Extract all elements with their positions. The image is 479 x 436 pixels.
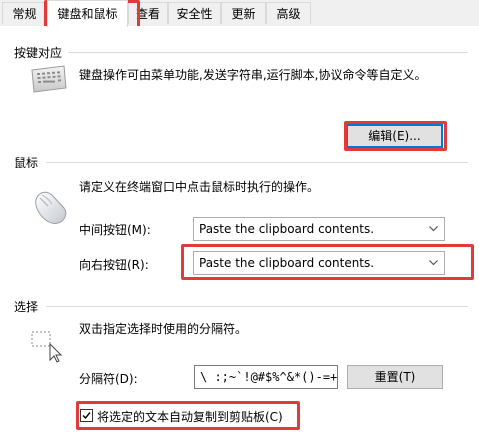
delimiter-input[interactable]: \ :;~`!@#$%^&*()-=+|[]{} [194, 365, 338, 389]
mouse-icon [28, 186, 72, 230]
keyboard-icon [28, 64, 68, 94]
reset-button[interactable]: 重置(T) [347, 365, 443, 389]
keybinding-separator [68, 52, 468, 53]
mouse-description: 请定义在终端窗口中点击鼠标时执行的操作。 [79, 180, 320, 194]
tab-keyboard-mouse[interactable]: 键盘和鼠标 [47, 0, 128, 27]
selection-separator [46, 306, 468, 307]
tab-general[interactable]: 常规 [2, 2, 47, 24]
middle-button-select[interactable]: Paste the clipboard contents. [193, 217, 445, 241]
tab-security[interactable]: 安全性 [168, 2, 221, 24]
delimiter-label: 分隔符(D): [79, 372, 138, 386]
tab-advanced[interactable]: 高级 [266, 2, 311, 24]
selection-cursor-icon [30, 328, 66, 364]
selection-section-title: 选择 [14, 300, 39, 314]
mouse-section-title: 鼠标 [14, 156, 39, 170]
middle-button-value: Paste the clipboard contents. [199, 222, 375, 236]
right-button-highlight [181, 244, 474, 280]
keybinding-description: 键盘操作可由菜单功能,发送字符串,运行脚本,协议命令等自定义。 [79, 68, 427, 82]
chevron-down-icon [429, 226, 438, 232]
right-button-label: 向右按钮(R): [79, 258, 149, 272]
delimiter-value: \ :;~`!@#$%^&*()-=+|[]{} [200, 370, 338, 384]
mouse-separator [46, 162, 468, 163]
keybinding-section-title: 按键对应 [14, 46, 63, 60]
tab-updates[interactable]: 更新 [221, 2, 266, 24]
selection-description: 双击指定选择时使用的分隔符。 [79, 322, 248, 336]
auto-copy-highlight [76, 401, 300, 430]
edit-button-highlight [344, 121, 447, 151]
middle-button-label: 中间按钮(M): [79, 223, 151, 237]
